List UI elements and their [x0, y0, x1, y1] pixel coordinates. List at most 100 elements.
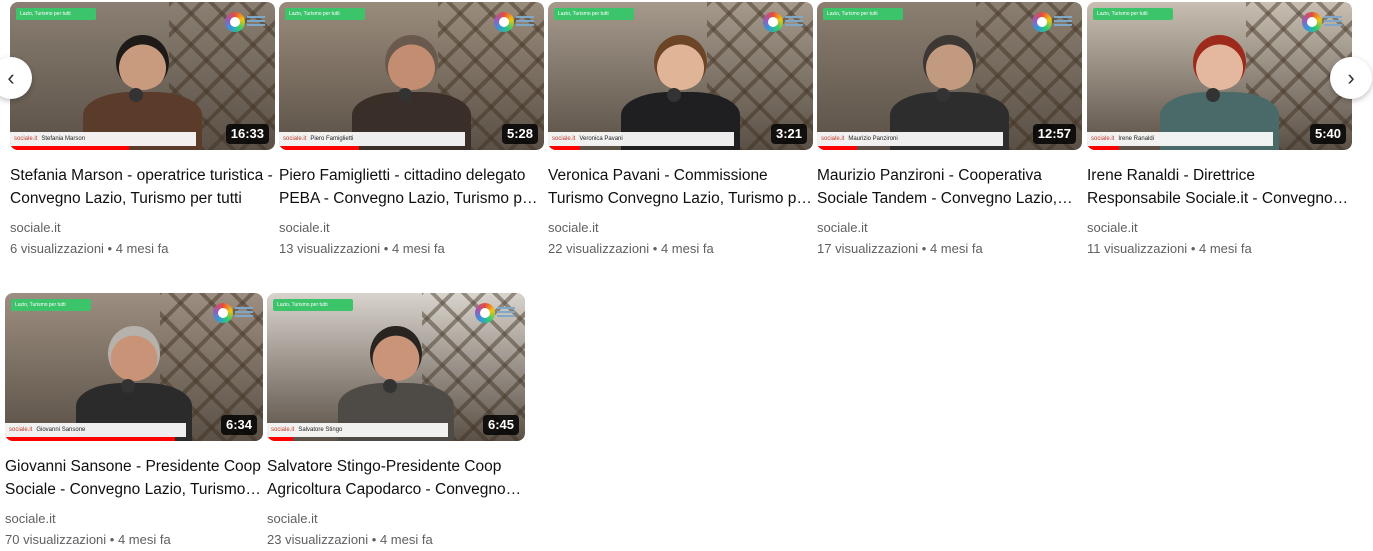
channel-name[interactable]: sociale.it [267, 510, 525, 528]
video-thumbnail[interactable]: Lazio, Turismo per tutti sociale.it Salva… [267, 293, 525, 441]
video-card[interactable]: Lazio, Turismo per tutti sociale.it Irene… [1087, 2, 1352, 258]
lower-third-brand: sociale.it [271, 427, 295, 433]
watch-progress-bar [267, 437, 293, 441]
video-meta: 70 visualizzazioni • 4 mesi fa [5, 532, 171, 547]
video-thumbnail[interactable]: Lazio, Turismo per tutti sociale.it Piero… [279, 2, 544, 150]
video-duration: 5:28 [501, 124, 538, 144]
channel-name[interactable]: sociale.it [817, 219, 1082, 237]
event-logo-icon [763, 10, 803, 36]
video-thumbnail[interactable]: Lazio, Turismo per tutti sociale.it Mauri… [817, 2, 1082, 150]
event-logo-icon [213, 301, 253, 327]
event-logo-icon [225, 10, 265, 36]
lower-third-name: Veronica Pavani [579, 136, 623, 142]
event-banner: Lazio, Turismo per tutti [11, 299, 91, 311]
video-duration: 12:57 [1032, 124, 1076, 144]
video-title[interactable]: Irene Ranaldi - Direttrice Responsabile … [1087, 164, 1352, 210]
video-title[interactable]: Salvatore Stingo-Presidente Coop Agricol… [267, 455, 525, 501]
lower-third-brand: sociale.it [283, 136, 307, 142]
lower-third: sociale.it Salvatore Stingo [267, 423, 448, 437]
upload-age: 4 mesi fa [929, 241, 983, 256]
video-thumbnail[interactable]: Lazio, Turismo per tutti sociale.it Stefa… [10, 2, 275, 150]
microphone-icon [936, 87, 951, 102]
carousel-next-button[interactable]: › [1330, 57, 1372, 99]
video-thumbnail[interactable]: Lazio, Turismo per tutti sociale.it Giova… [5, 293, 263, 441]
watch-progress-bar [10, 146, 130, 150]
video-card[interactable]: Lazio, Turismo per tutti sociale.it Salva… [267, 293, 525, 549]
lower-third-name: Giovanni Sansone [36, 427, 86, 433]
channel-name[interactable]: sociale.it [5, 510, 263, 528]
chevron-right-icon: › [1347, 65, 1355, 90]
microphone-icon [1206, 87, 1221, 102]
lower-third-name: Maurizio Panzironi [848, 136, 898, 142]
lower-third: sociale.it Irene Ranaldi [1087, 132, 1273, 146]
event-banner: Lazio, Turismo per tutti [16, 8, 96, 20]
view-count: 17 visualizzazioni [817, 241, 919, 256]
microphone-icon [121, 378, 136, 393]
upload-age: 4 mesi fa [379, 532, 433, 547]
video-title[interactable]: Veronica Pavani - Commissione Turismo Co… [548, 164, 813, 210]
event-banner: Lazio, Turismo per tutti [285, 8, 365, 20]
video-duration: 3:21 [770, 124, 807, 144]
watch-progress-bar [548, 146, 580, 150]
video-title[interactable]: Piero Famiglietti - cittadino delegato P… [279, 164, 544, 210]
event-logo-icon [1032, 10, 1072, 36]
video-meta: 13 visualizzazioni • 4 mesi fa [279, 241, 445, 256]
view-count: 23 visualizzazioni [267, 532, 369, 547]
video-duration: 16:33 [225, 124, 269, 144]
event-banner: Lazio, Turismo per tutti [823, 8, 903, 20]
event-banner: Lazio, Turismo per tutti [1093, 8, 1173, 20]
video-meta: 6 visualizzazioni • 4 mesi fa [10, 241, 169, 256]
video-title[interactable]: Giovanni Sansone - Presidente Coop Socia… [5, 455, 263, 501]
video-thumbnail[interactable]: Lazio, Turismo per tutti sociale.it Veron… [548, 2, 813, 150]
microphone-icon [383, 378, 398, 393]
video-thumbnail[interactable]: Lazio, Turismo per tutti sociale.it Irene… [1087, 2, 1352, 150]
video-card[interactable]: Lazio, Turismo per tutti sociale.it Mauri… [817, 2, 1082, 258]
video-meta: 11 visualizzazioni • 4 mesi fa [1087, 241, 1252, 256]
lower-third-name: Piero Famiglietti [310, 136, 354, 142]
video-meta: 17 visualizzazioni • 4 mesi fa [817, 241, 983, 256]
event-banner: Lazio, Turismo per tutti [273, 299, 353, 311]
upload-age: 4 mesi fa [391, 241, 445, 256]
lower-third-brand: sociale.it [1091, 136, 1115, 142]
video-meta: 22 visualizzazioni • 4 mesi fa [548, 241, 714, 256]
channel-name[interactable]: sociale.it [548, 219, 813, 237]
watch-progress-bar [5, 437, 176, 441]
channel-name[interactable]: sociale.it [1087, 219, 1352, 237]
video-title[interactable]: Maurizio Panzironi - Cooperativa Sociale… [817, 164, 1082, 210]
lower-third-name: Salvatore Stingo [298, 427, 343, 433]
video-meta: 23 visualizzazioni • 4 mesi fa [267, 532, 433, 547]
video-title[interactable]: Stefania Marson - operatrice turistica -… [10, 164, 275, 210]
event-logo-icon [494, 10, 534, 36]
lower-third-brand: sociale.it [552, 136, 576, 142]
lower-third: sociale.it Giovanni Sansone [5, 423, 186, 437]
event-logo-icon [475, 301, 515, 327]
video-card[interactable]: Lazio, Turismo per tutti sociale.it Stefa… [10, 2, 275, 258]
event-banner: Lazio, Turismo per tutti [554, 8, 634, 20]
lower-third: sociale.it Piero Famiglietti [279, 132, 465, 146]
watch-progress-bar [817, 146, 857, 150]
lower-third-name: Stefania Marson [41, 136, 86, 142]
view-count: 11 visualizzazioni [1087, 241, 1188, 256]
video-card[interactable]: Lazio, Turismo per tutti sociale.it Giova… [5, 293, 263, 549]
watch-progress-bar [279, 146, 359, 150]
microphone-icon [667, 87, 682, 102]
view-count: 70 visualizzazioni [5, 532, 107, 547]
watch-progress-bar [1087, 146, 1119, 150]
lower-third: sociale.it Veronica Pavani [548, 132, 734, 146]
upload-age: 4 mesi fa [1198, 241, 1252, 256]
lower-third-name: Irene Ranaldi [1118, 136, 1155, 142]
video-duration: 6:45 [482, 415, 519, 435]
video-card[interactable]: Lazio, Turismo per tutti sociale.it Piero… [279, 2, 544, 258]
lower-third-brand: sociale.it [14, 136, 38, 142]
video-card[interactable]: Lazio, Turismo per tutti sociale.it Veron… [548, 2, 813, 258]
channel-name[interactable]: sociale.it [10, 219, 275, 237]
channel-name[interactable]: sociale.it [279, 219, 544, 237]
microphone-icon [129, 87, 144, 102]
upload-age: 4 mesi fa [115, 241, 169, 256]
view-count: 22 visualizzazioni [548, 241, 650, 256]
video-duration: 5:40 [1309, 124, 1346, 144]
video-duration: 6:34 [220, 415, 257, 435]
view-count: 13 visualizzazioni [279, 241, 381, 256]
lower-third: sociale.it Maurizio Panzironi [817, 132, 1003, 146]
microphone-icon [398, 87, 413, 102]
